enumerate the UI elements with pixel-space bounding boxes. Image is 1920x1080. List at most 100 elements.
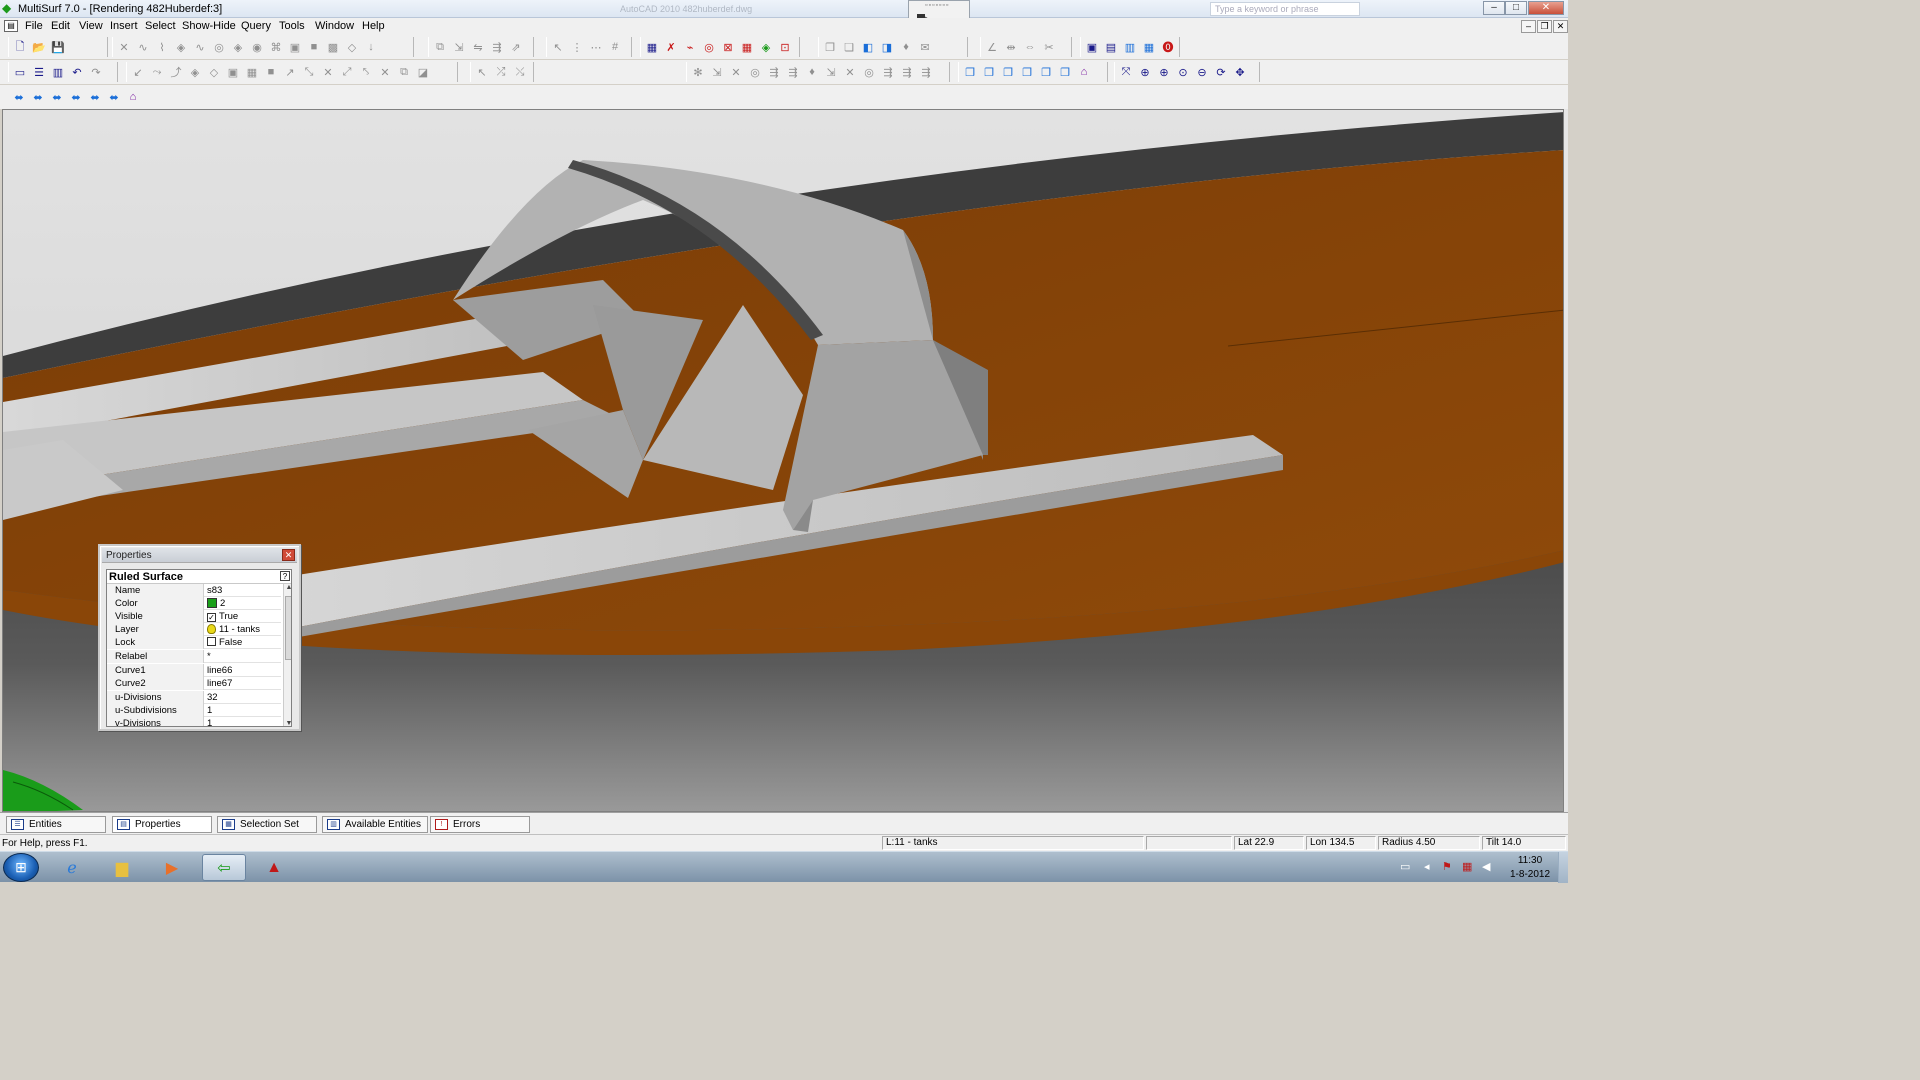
- view-front-icon[interactable]: ❐: [961, 63, 979, 81]
- display-snakes-icon[interactable]: ✕: [727, 63, 745, 81]
- grid-check-icon[interactable]: ▦: [738, 38, 756, 56]
- menu-tools[interactable]: Tools: [279, 20, 305, 32]
- grid-lines-icon[interactable]: #: [606, 38, 624, 56]
- internet-explorer-icon[interactable]: ℯ: [50, 854, 94, 881]
- zoom-extents-icon[interactable]: ⊙: [1174, 63, 1192, 81]
- lasso-icon[interactable]: ⤮: [492, 63, 510, 81]
- orient-front-icon[interactable]: ⬌: [10, 88, 28, 106]
- horizontal-split-icon[interactable]: ☰: [30, 63, 48, 81]
- property-row-v-divisions[interactable]: v-Divisions 1: [107, 717, 281, 726]
- menu-help[interactable]: Help: [362, 20, 385, 32]
- help-icon[interactable]: ?: [280, 571, 290, 581]
- property-value[interactable]: 1: [207, 717, 281, 726]
- view-bottom-icon[interactable]: ❐: [1018, 63, 1036, 81]
- scroll-up-icon[interactable]: ▲: [285, 584, 291, 591]
- mirror-icon[interactable]: ⇋: [469, 38, 487, 56]
- display-normals-icon[interactable]: ⇶: [879, 63, 897, 81]
- edit-surface-icon[interactable]: ◈: [186, 63, 204, 81]
- properties-titlebar[interactable]: Properties ✕: [102, 548, 297, 563]
- copy-icon[interactable]: ⧉: [431, 38, 449, 56]
- bead-icon[interactable]: ∿: [191, 38, 209, 56]
- show-hidden-icon[interactable]: ◂: [1424, 860, 1430, 873]
- scissors-icon[interactable]: ✂: [1040, 38, 1058, 56]
- tab-properties[interactable]: ▤ Properties: [112, 816, 212, 833]
- property-value[interactable]: line67: [207, 677, 281, 690]
- edit-point-icon[interactable]: ↙: [129, 63, 147, 81]
- magnet-icon[interactable]: ◈: [229, 38, 247, 56]
- display-curves-icon[interactable]: ⇲: [708, 63, 726, 81]
- move-icon[interactable]: ⇲: [450, 38, 468, 56]
- layer-stack-icon[interactable]: ❐: [821, 38, 839, 56]
- angle-icon[interactable]: ∠: [983, 38, 1001, 56]
- search-input[interactable]: Type a keyword or phrase: [1210, 2, 1360, 16]
- edit-snake-icon[interactable]: ⤴: [167, 63, 185, 81]
- display-frames-icon[interactable]: ⇲: [822, 63, 840, 81]
- property-row-curve1[interactable]: Curve1 line66: [107, 664, 281, 677]
- layer-teal-icon[interactable]: ◨: [878, 38, 896, 56]
- document-icon[interactable]: ▤: [4, 20, 18, 32]
- scroll-thumb[interactable]: [285, 596, 291, 660]
- blend-icon[interactable]: ▣: [286, 38, 304, 56]
- grid-icon[interactable]: ⋯: [587, 38, 605, 56]
- table-icon[interactable]: ▤: [1102, 38, 1120, 56]
- tab-errors[interactable]: ! Errors: [430, 816, 530, 833]
- orient-back-icon[interactable]: ⬌: [29, 88, 47, 106]
- menu-insert[interactable]: Insert: [110, 20, 138, 32]
- start-button[interactable]: ⊞: [3, 853, 39, 882]
- edit-merge-icon[interactable]: ⧉: [395, 63, 413, 81]
- scroll-down-icon[interactable]: ▼: [285, 720, 291, 726]
- properties-close-button[interactable]: ✕: [282, 549, 295, 561]
- display-points-icon[interactable]: ✻: [689, 63, 707, 81]
- display-beads-icon[interactable]: ⇶: [784, 63, 802, 81]
- view-right-icon[interactable]: ❐: [1056, 63, 1074, 81]
- cascade-icon[interactable]: ▦: [1140, 38, 1158, 56]
- orient-top-icon[interactable]: ⬌: [67, 88, 85, 106]
- property-value[interactable]: s83: [207, 584, 281, 597]
- pick-zoom-icon[interactable]: ⤧: [1117, 63, 1135, 81]
- property-row-lock[interactable]: Lock False: [107, 636, 281, 649]
- ring-icon[interactable]: ◎: [210, 38, 228, 56]
- display-lines-icon[interactable]: ⇶: [917, 63, 935, 81]
- properties-panel[interactable]: Properties ✕ Ruled Surface ? Name s83 Co…: [98, 544, 301, 731]
- width-icon[interactable]: ⇹: [1002, 38, 1020, 56]
- maximize-button[interactable]: □: [1505, 1, 1527, 15]
- undo-icon[interactable]: ↶: [68, 63, 86, 81]
- export-icon[interactable]: ⇗: [507, 38, 525, 56]
- mdi-minimize-button[interactable]: –: [1521, 20, 1536, 33]
- relative-icon[interactable]: ⌘: [267, 38, 285, 56]
- property-value-lock[interactable]: False: [207, 636, 281, 649]
- view-home-icon[interactable]: ⌂: [1075, 63, 1093, 81]
- property-value[interactable]: *: [207, 650, 281, 663]
- contour-icon[interactable]: ◉: [248, 38, 266, 56]
- menu-select[interactable]: Select: [145, 20, 176, 32]
- point-icon[interactable]: ✕: [115, 38, 133, 56]
- tile-icon[interactable]: ▥: [1121, 38, 1139, 56]
- menu-window[interactable]: Window: [315, 20, 354, 32]
- view-top-icon[interactable]: ❐: [999, 63, 1017, 81]
- display-contours-icon[interactable]: ⇶: [765, 63, 783, 81]
- show-desktop-button[interactable]: [1558, 852, 1568, 883]
- network-tray-icon[interactable]: ▦: [1462, 860, 1472, 873]
- zoom-in-icon[interactable]: ⊕: [1136, 63, 1154, 81]
- checkbox-unchecked-icon[interactable]: [207, 637, 216, 646]
- property-row-name[interactable]: Name s83: [107, 584, 281, 597]
- rotate-icon[interactable]: ⟳: [1212, 63, 1230, 81]
- single-view-icon[interactable]: ▭: [11, 63, 29, 81]
- floating-window-grip[interactable]: ▫▫▫▫▫▫▫: [925, 2, 949, 9]
- file-explorer-icon[interactable]: ▆: [100, 854, 144, 881]
- property-value[interactable]: 1: [207, 704, 281, 717]
- layer-copy-icon[interactable]: ❏: [840, 38, 858, 56]
- keyboard-icon[interactable]: ▭: [1400, 860, 1410, 873]
- clock-time[interactable]: 11:30: [1510, 855, 1550, 866]
- minimize-button[interactable]: –: [1483, 1, 1505, 15]
- edit-cross-icon[interactable]: ✕: [319, 63, 337, 81]
- edit-cut-icon[interactable]: ✕: [376, 63, 394, 81]
- tab-entities[interactable]: ☰ Entities: [6, 816, 106, 833]
- edit-xy-icon[interactable]: ⤡: [300, 63, 318, 81]
- clock-date[interactable]: 1-8-2012: [1504, 869, 1556, 880]
- view-left-icon[interactable]: ❐: [1037, 63, 1055, 81]
- cursor-icon[interactable]: ↖: [473, 63, 491, 81]
- envelope-icon[interactable]: ✉: [916, 38, 934, 56]
- open-folder-icon[interactable]: 📂: [30, 38, 48, 56]
- display-bulb-icon[interactable]: ♦: [803, 63, 821, 81]
